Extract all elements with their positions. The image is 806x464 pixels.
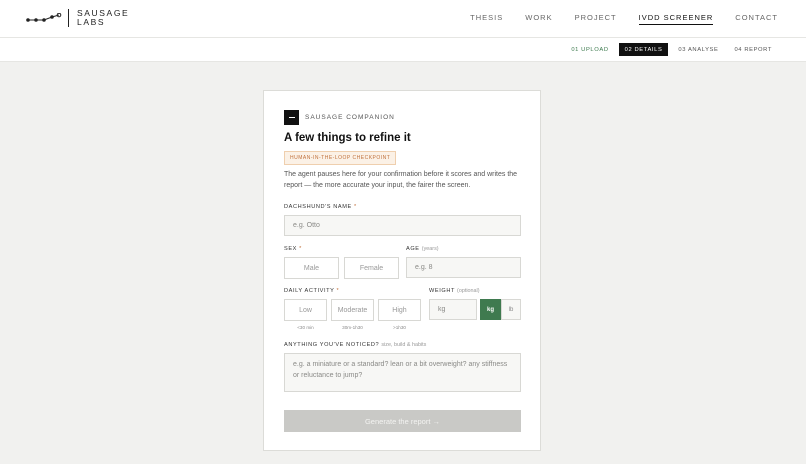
step-analyse[interactable]: 03 ANALYSE [672, 43, 724, 56]
sex-male-option[interactable]: Male [284, 257, 339, 279]
generate-report-button[interactable]: Generate the report → [284, 410, 521, 432]
age-hint: (years) [421, 246, 439, 252]
name-label-text: DACHSHUND'S NAME [284, 204, 352, 210]
unit-lb-toggle[interactable]: lb [501, 299, 521, 320]
activity-low-option[interactable]: Low [284, 299, 327, 321]
progress-step-bar: 01 UPLOAD 02 DETAILS 03 ANALYSE 04 REPOR… [0, 38, 806, 62]
companion-label: SAUSAGE COMPANION [305, 114, 395, 121]
required-mark: * [336, 288, 340, 294]
weight-hint: (optional) [457, 288, 480, 294]
name-field-label: DACHSHUND'S NAME * [284, 204, 357, 210]
nav-thesis[interactable]: THESIS [470, 13, 503, 25]
unit-kg-toggle[interactable]: kg [480, 299, 501, 320]
activity-high-option[interactable]: High [378, 299, 421, 321]
step-list: 01 UPLOAD 02 DETAILS 03 ANALYSE 04 REPOR… [565, 43, 778, 56]
nav-ivdd-screener[interactable]: IVDD SCREENER [638, 13, 714, 25]
top-navigation-bar: SAUSAGE LABS THESIS WORK PROJECT IVDD SC… [0, 0, 806, 38]
details-form-card: SAUSAGE COMPANION A few things to refine… [263, 90, 541, 451]
checkpoint-badge: HUMAN-IN-THE-LOOP CHECKPOINT [284, 151, 397, 165]
age-label-text: AGE [406, 246, 420, 252]
weight-label-text: WEIGHT [429, 288, 455, 294]
weight-field-label: WEIGHT (optional) [429, 288, 480, 294]
age-field-label: AGE (years) [406, 246, 439, 252]
activity-label-text: DAILY ACTIVITY [284, 288, 335, 294]
activity-high-hint: >1h30 [393, 325, 406, 330]
sausage-labs-logo[interactable]: SAUSAGE LABS [26, 9, 129, 27]
logo-divider [68, 9, 69, 27]
notes-hint: size, build & habits [381, 342, 427, 348]
dog-name-input[interactable] [284, 215, 521, 236]
intro-text: The agent pauses here for your confirmat… [284, 171, 518, 189]
step-upload[interactable]: 01 UPLOAD [565, 43, 614, 56]
notes-label-text: ANYTHING YOU'VE NOTICED? [284, 342, 380, 348]
weight-input[interactable] [429, 299, 477, 320]
activity-moderate-option[interactable]: Moderate [331, 299, 374, 321]
sex-field-label: SEX * [284, 246, 302, 252]
activity-field-label: DAILY ACTIVITY * [284, 288, 339, 294]
activity-low-hint: <30 min [297, 325, 314, 330]
notes-field-label: ANYTHING YOU'VE NOTICED? size, build & h… [284, 342, 426, 348]
form-title: A few things to refine it [284, 132, 411, 144]
sex-female-option[interactable]: Female [344, 257, 399, 279]
companion-logo-icon [284, 110, 299, 125]
age-input[interactable] [406, 257, 521, 278]
step-details[interactable]: 02 DETAILS [618, 43, 669, 56]
step-report[interactable]: 04 REPORT [728, 43, 778, 56]
nav-project[interactable]: PROJECT [575, 13, 617, 25]
nav-contact[interactable]: CONTACT [735, 13, 778, 25]
required-mark: * [354, 204, 357, 210]
logo-wordmark: SAUSAGE LABS [77, 9, 129, 27]
main-nav: THESIS WORK PROJECT IVDD SCREENER CONTAC… [470, 13, 778, 25]
activity-moderate-hint: 30m-1h30 [342, 325, 363, 330]
logo-mark-icon [26, 13, 62, 22]
logo-line-2: LABS [77, 17, 106, 27]
notes-textarea[interactable] [284, 353, 521, 392]
sex-label-text: SEX [284, 246, 297, 252]
required-mark: * [299, 246, 302, 252]
nav-work[interactable]: WORK [525, 13, 552, 25]
card-header: SAUSAGE COMPANION [284, 110, 395, 125]
